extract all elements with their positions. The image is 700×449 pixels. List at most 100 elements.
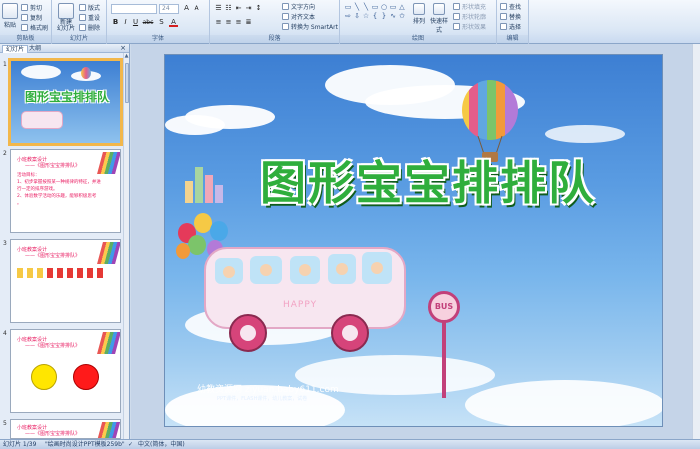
align-right-button[interactable]: ≡ bbox=[234, 18, 243, 27]
building-icon bbox=[205, 175, 213, 203]
justify-button[interactable]: ≣ bbox=[244, 18, 253, 27]
shape-effects-button[interactable]: 形状效果 bbox=[453, 22, 486, 31]
clipboard-group: 粘贴 剪切 复制 格式刷 剪贴板 bbox=[0, 0, 52, 44]
font-size-combo[interactable]: 24 bbox=[159, 4, 179, 14]
watermark-text: 幼教资源网 ziyuan.baby611.com bbox=[197, 385, 339, 395]
status-bar: 幻灯片 1/39 "绘画时尚设计PPT模板259b" ✓ 中文(简体，中国) bbox=[0, 439, 700, 449]
new-slide-icon bbox=[58, 3, 74, 19]
layout-button[interactable]: 版式 bbox=[79, 3, 100, 12]
building-icon bbox=[195, 167, 203, 203]
thumb-subheading: ——《图形宝宝排排队》 bbox=[25, 253, 81, 259]
effects-icon bbox=[453, 23, 460, 30]
shape-arrow-icon[interactable]: ⇨ bbox=[344, 12, 352, 20]
align-text-button[interactable]: 对齐文本 bbox=[282, 12, 315, 21]
scroll-up-icon[interactable]: ▲ bbox=[124, 53, 129, 60]
reset-button[interactable]: 重设 bbox=[79, 13, 100, 22]
shape-star-icon[interactable]: ☆ bbox=[362, 12, 370, 20]
slide-thumbnail-3[interactable]: 小班教案设计 ——《图形宝宝排排队》 bbox=[10, 239, 121, 323]
replace-icon bbox=[500, 13, 507, 20]
bold-button[interactable]: B bbox=[111, 18, 120, 27]
current-slide[interactable]: HAPPY BUS 图形宝宝排排队 幼教资源网 ziyuan.baby611.c… bbox=[164, 54, 663, 427]
slides-pane-scrollbar[interactable]: ▲ bbox=[123, 53, 129, 439]
paste-button[interactable]: 粘贴 bbox=[2, 3, 18, 29]
cut-button[interactable]: 剪切 bbox=[21, 3, 42, 12]
tab-outline[interactable]: 大纲 bbox=[26, 45, 44, 53]
shape-rect3-icon[interactable]: ▭ bbox=[389, 3, 397, 11]
shape-triangle-icon[interactable]: △ bbox=[398, 3, 406, 11]
shape-fill-button[interactable]: 形状填充 bbox=[453, 2, 486, 11]
shape-rect2-icon[interactable]: ▭ bbox=[371, 3, 379, 11]
language: 中文(简体，中国) bbox=[138, 441, 185, 448]
shadow-button[interactable]: S bbox=[157, 18, 166, 27]
shape-line2-icon[interactable]: ╲ bbox=[362, 3, 370, 11]
shape-brace-icon[interactable]: { bbox=[371, 12, 379, 20]
italic-button[interactable]: I bbox=[121, 18, 130, 27]
text-direction-icon bbox=[282, 3, 289, 10]
convert-smartart-button[interactable]: 转换为 SmartArt bbox=[282, 22, 338, 31]
numbering-button[interactable]: ☷ bbox=[224, 4, 233, 13]
align-center-button[interactable]: ≡ bbox=[224, 18, 233, 27]
thumb-title: 图形宝宝排排队 bbox=[24, 90, 109, 104]
select-button[interactable]: 选择 bbox=[500, 22, 521, 31]
cloud-decoration bbox=[545, 125, 625, 143]
scrollbar-thumb[interactable] bbox=[125, 63, 129, 103]
cloud-decoration bbox=[21, 65, 61, 79]
thumb-line: 2、体验数学活动的乐趣，能够积极思考 bbox=[17, 194, 97, 199]
bus-text: HAPPY bbox=[283, 300, 318, 310]
align-left-button[interactable]: ≡ bbox=[214, 18, 223, 27]
grow-font-button[interactable]: A bbox=[182, 4, 191, 13]
shape-brace2-icon[interactable]: } bbox=[380, 12, 388, 20]
delete-button[interactable]: 删除 bbox=[79, 23, 100, 32]
thumb-line: 1、初步掌握按照某一种规律的特征，并进 bbox=[17, 180, 101, 185]
new-slide-button[interactable]: 新建 幻灯片 bbox=[55, 3, 77, 32]
red-circle bbox=[73, 364, 99, 390]
font-color-button[interactable]: A bbox=[169, 18, 178, 27]
slide-thumbnail-4[interactable]: 小班教案设计 ——《图形宝宝排排队》 bbox=[10, 329, 121, 413]
slide-count: 幻灯片 1/39 bbox=[3, 441, 37, 448]
decrease-indent-button[interactable]: ⇤ bbox=[234, 4, 243, 13]
quick-styles-button[interactable]: 快速样式 bbox=[428, 3, 450, 34]
shape-rect-icon[interactable]: ▭ bbox=[344, 3, 352, 11]
arrange-icon bbox=[413, 3, 425, 15]
crayons-decoration bbox=[97, 422, 120, 438]
shape-outline-button[interactable]: 形状轮廓 bbox=[453, 12, 486, 21]
replace-button[interactable]: 替换 bbox=[500, 12, 521, 21]
drawing-label: 绘图 bbox=[340, 35, 496, 43]
strikethrough-button[interactable]: abc bbox=[141, 18, 155, 27]
format-painter-button[interactable]: 格式刷 bbox=[21, 23, 48, 32]
shrink-font-button[interactable]: A bbox=[192, 4, 201, 13]
copy-button[interactable]: 复制 bbox=[21, 13, 42, 22]
slide-thumbnail-2[interactable]: 小班教案设计 ——《图形宝宝排排队》 活动目标： 1、初步掌握按照某一种规律的特… bbox=[10, 149, 121, 233]
shape-curve-icon[interactable]: ∿ bbox=[389, 12, 397, 20]
slide-thumbnail-5[interactable]: 小班教案设计 ——《图形宝宝排排队》 bbox=[10, 419, 121, 439]
line-spacing-button[interactable]: ↕ bbox=[254, 4, 263, 13]
text-direction-button[interactable]: 文字方向 bbox=[282, 2, 315, 11]
smartart-icon bbox=[282, 23, 289, 30]
ribbon: 粘贴 剪切 复制 格式刷 剪贴板 新建 幻灯片 版式 重设 删除 幻灯片 24 … bbox=[0, 0, 700, 44]
pane-tabs: 幻灯片 大纲 × bbox=[0, 44, 129, 53]
editing-scrollbar[interactable] bbox=[692, 44, 700, 439]
underline-button[interactable]: U bbox=[131, 18, 140, 27]
delete-icon bbox=[79, 24, 86, 31]
find-button[interactable]: 查找 bbox=[500, 2, 521, 11]
slide-thumbnail-1[interactable]: 图形宝宝排排队 bbox=[8, 58, 123, 146]
shape-line-icon[interactable]: ╲ bbox=[353, 3, 361, 11]
editing-label: 编辑 bbox=[497, 35, 528, 43]
spell-check-icon[interactable]: ✓ bbox=[128, 440, 133, 449]
bullets-button[interactable]: ☰ bbox=[214, 4, 223, 13]
shape-oval-icon[interactable]: ○ bbox=[380, 3, 388, 11]
tab-slides[interactable]: 幻灯片 bbox=[2, 45, 29, 53]
close-icon[interactable]: × bbox=[120, 44, 126, 53]
font-name-combo[interactable] bbox=[111, 4, 157, 14]
align-text-icon bbox=[282, 13, 289, 20]
shape-star2-icon[interactable]: ✩ bbox=[398, 12, 406, 20]
arrange-button[interactable]: 排列 bbox=[412, 3, 426, 25]
building-icon bbox=[215, 185, 223, 203]
chair-icon bbox=[27, 268, 33, 278]
thumb-bus bbox=[21, 111, 63, 129]
increase-indent-button[interactable]: ⇥ bbox=[244, 4, 253, 13]
shape-arrow2-icon[interactable]: ⇩ bbox=[353, 12, 361, 20]
crayons-decoration bbox=[97, 152, 120, 174]
binoculars-icon bbox=[500, 3, 507, 10]
slide-title[interactable]: 图形宝宝排排队 bbox=[223, 147, 633, 213]
